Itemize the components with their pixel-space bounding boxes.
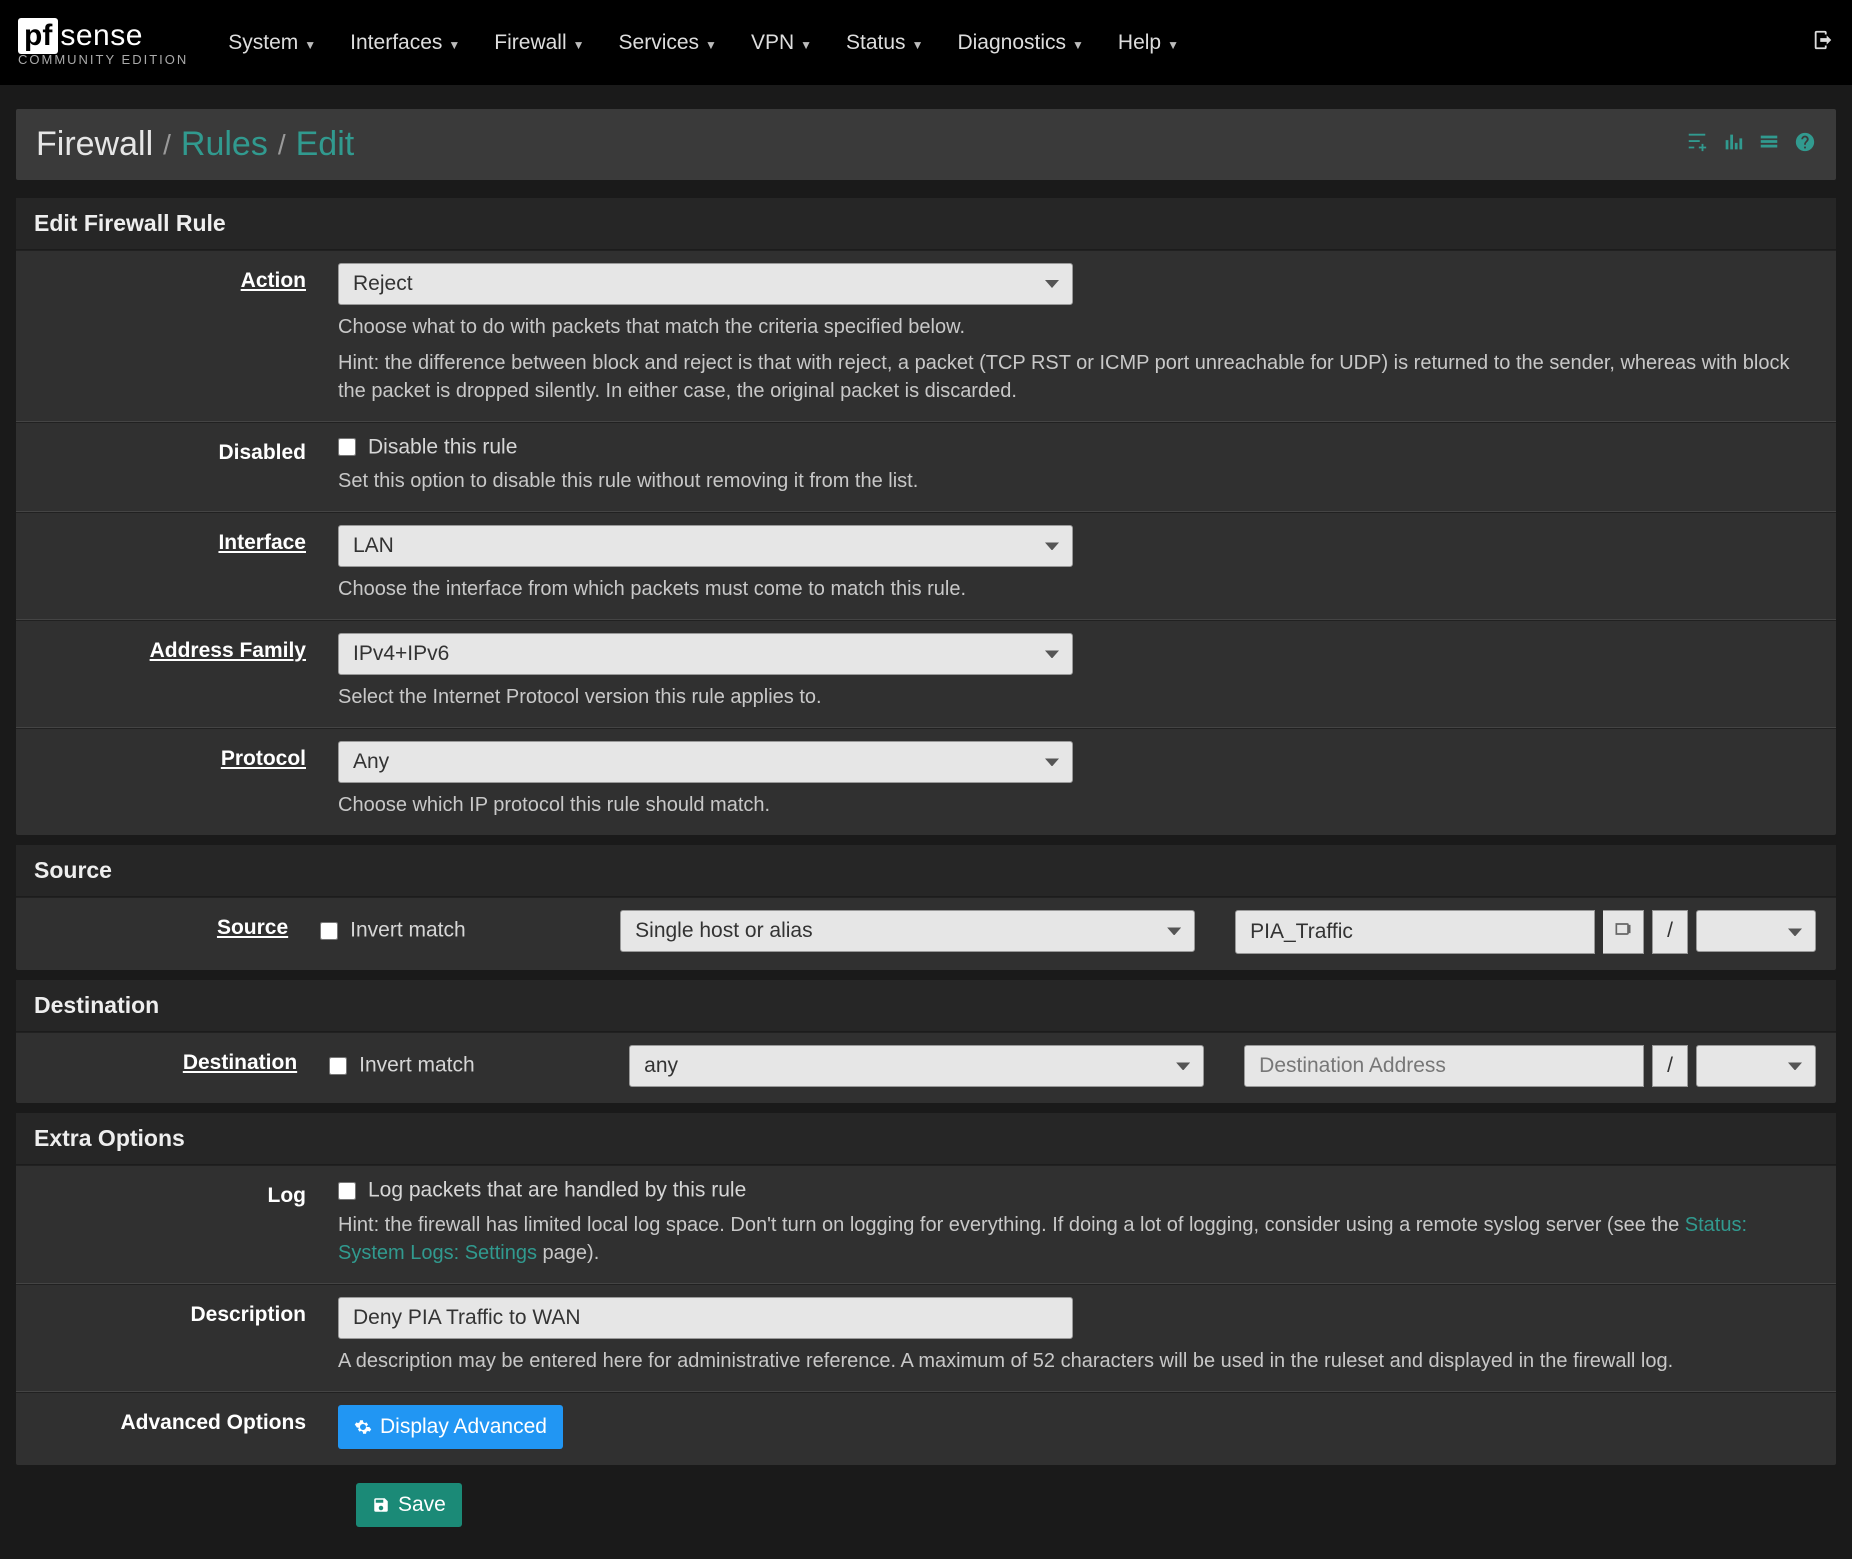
caret-down-icon: ▼ [448, 38, 460, 52]
caret-down-icon: ▼ [573, 38, 585, 52]
select-family[interactable] [338, 633, 1073, 675]
save-button[interactable]: Save [356, 1483, 462, 1527]
label-family: Address Family [16, 631, 326, 717]
panel-extra: Extra Options Log Log packets that are h… [16, 1113, 1836, 1464]
nav-services[interactable]: Services▼ [619, 31, 717, 55]
select-src-type[interactable] [620, 910, 1195, 952]
caret-down-icon: ▼ [912, 38, 924, 52]
chk-disable-label: Disable this rule [368, 435, 517, 458]
input-description[interactable] [338, 1297, 1073, 1339]
label-protocol: Protocol [16, 739, 326, 825]
label-source: Source [16, 908, 308, 960]
select-dst-mask[interactable] [1696, 1045, 1816, 1087]
nav-menu: System▼ Interfaces▼ Firewall▼ Services▼ … [228, 31, 1179, 55]
input-src-address[interactable] [1235, 910, 1595, 954]
row-description: Description A description may be entered… [16, 1284, 1836, 1392]
panel-title: Edit Firewall Rule [16, 198, 1836, 250]
nav-status[interactable]: Status▼ [846, 31, 923, 55]
row-destination: Destination Invert match / [16, 1032, 1836, 1103]
panel-title: Source [16, 845, 1836, 897]
gear-icon [354, 1418, 372, 1436]
select-action[interactable] [338, 263, 1073, 305]
caret-down-icon: ▼ [800, 38, 812, 52]
row-log: Log Log packets that are handled by this… [16, 1165, 1836, 1283]
panel-edit-rule: Edit Firewall Rule Action Choose what to… [16, 198, 1836, 835]
checkbox-disable[interactable] [338, 438, 356, 456]
help-action: Choose what to do with packets that matc… [338, 313, 1816, 341]
caret-down-icon: ▼ [1072, 38, 1084, 52]
caret-down-icon: ▼ [705, 38, 717, 52]
nav-diagnostics[interactable]: Diagnostics▼ [957, 31, 1083, 55]
panel-source: Source Source Invert match / [16, 845, 1836, 970]
dst-slash: / [1652, 1045, 1688, 1087]
row-family: Address Family Select the Internet Proto… [16, 620, 1836, 728]
top-navbar: pf sense COMMUNITY EDITION System▼ Inter… [0, 0, 1852, 85]
select-protocol[interactable] [338, 741, 1073, 783]
chk-dst-invert-label: Invert match [359, 1054, 475, 1077]
row-disabled: Disabled Disable this rule Set this opti… [16, 422, 1836, 512]
help-family: Select the Internet Protocol version thi… [338, 683, 1816, 711]
row-source: Source Invert match / [16, 897, 1836, 970]
chk-log-label: Log packets that are handled by this rul… [368, 1179, 746, 1202]
label-interface: Interface [16, 523, 326, 609]
label-destination: Destination [16, 1043, 317, 1093]
row-advanced: Advanced Options Display Advanced [16, 1392, 1836, 1465]
select-src-mask[interactable] [1696, 910, 1816, 952]
save-row: Save [16, 1483, 1836, 1527]
chart-icon[interactable] [1722, 131, 1744, 159]
display-advanced-button[interactable]: Display Advanced [338, 1405, 563, 1449]
nav-firewall[interactable]: Firewall▼ [494, 31, 584, 55]
chk-src-invert-label: Invert match [350, 919, 466, 942]
row-interface: Interface Choose the interface from whic… [16, 512, 1836, 620]
select-dst-type[interactable] [629, 1045, 1204, 1087]
alias-icon [1603, 910, 1644, 954]
logout-icon[interactable] [1812, 29, 1834, 57]
panel-title: Destination [16, 980, 1836, 1032]
help-icon[interactable] [1794, 131, 1816, 159]
logo[interactable]: pf sense COMMUNITY EDITION [18, 18, 188, 67]
checkbox-src-invert[interactable] [320, 922, 338, 940]
help-action-hint: Hint: the difference between block and r… [338, 349, 1816, 405]
help-log: Hint: the firewall has limited local log… [338, 1211, 1816, 1267]
logo-pf: pf [18, 18, 58, 54]
panel-title: Extra Options [16, 1113, 1836, 1165]
crumb-rules-link[interactable]: Rules [181, 125, 268, 164]
label-log: Log [16, 1176, 326, 1272]
help-disabled: Set this option to disable this rule wit… [338, 467, 1816, 495]
label-action: Action [16, 261, 326, 411]
panel-destination: Destination Destination Invert match / [16, 980, 1836, 1103]
checkbox-dst-invert[interactable] [329, 1057, 347, 1075]
nav-interfaces[interactable]: Interfaces▼ [350, 31, 460, 55]
btn-label: Display Advanced [380, 1415, 547, 1439]
nav-system[interactable]: System▼ [228, 31, 316, 55]
caret-down-icon: ▼ [304, 38, 316, 52]
help-description: A description may be entered here for ad… [338, 1347, 1816, 1375]
logo-edition: COMMUNITY EDITION [18, 52, 188, 67]
btn-label: Save [398, 1493, 446, 1517]
help-protocol: Choose which IP protocol this rule shoul… [338, 791, 1816, 819]
help-interface: Choose the interface from which packets … [338, 575, 1816, 603]
logo-sense: sense [60, 19, 143, 53]
label-disabled: Disabled [16, 433, 326, 501]
breadcrumb: Firewall / Rules / Edit [16, 109, 1836, 180]
row-protocol: Protocol Choose which IP protocol this r… [16, 728, 1836, 835]
checkbox-log[interactable] [338, 1182, 356, 1200]
label-description: Description [16, 1295, 326, 1381]
crumb-action-icons [1686, 131, 1816, 159]
select-interface[interactable] [338, 525, 1073, 567]
crumb-root: Firewall [36, 125, 153, 164]
input-dst-address[interactable] [1244, 1045, 1644, 1087]
crumb-sep: / [278, 129, 286, 161]
save-icon [372, 1496, 390, 1514]
label-advanced: Advanced Options [16, 1403, 326, 1455]
caret-down-icon: ▼ [1167, 38, 1179, 52]
log-icon[interactable] [1758, 131, 1780, 159]
src-slash: / [1652, 910, 1688, 954]
nav-help[interactable]: Help▼ [1118, 31, 1179, 55]
crumb-sep: / [163, 129, 171, 161]
row-action: Action Choose what to do with packets th… [16, 250, 1836, 422]
sliders-icon[interactable] [1686, 131, 1708, 159]
crumb-edit-link[interactable]: Edit [296, 125, 355, 164]
nav-vpn[interactable]: VPN▼ [751, 31, 812, 55]
